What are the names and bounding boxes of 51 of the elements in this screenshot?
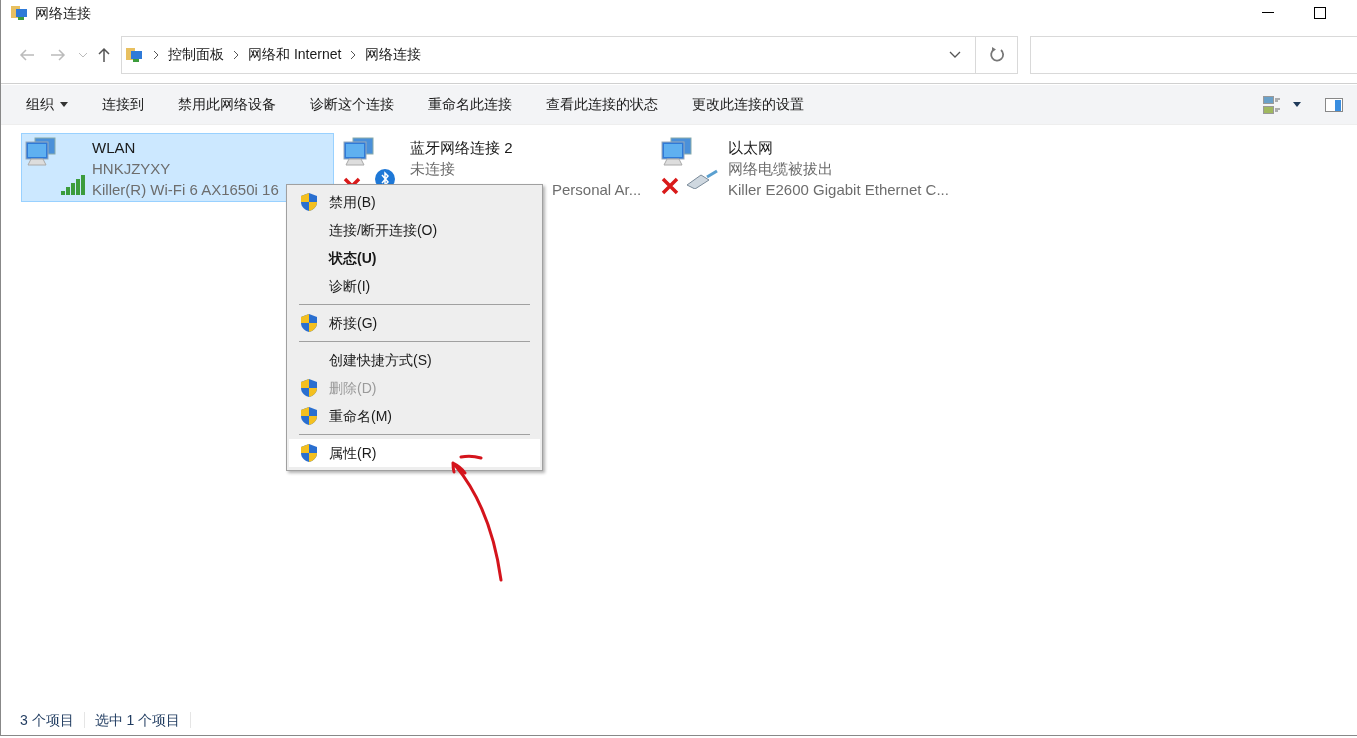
connection-status: 未连接 [410, 159, 456, 179]
preview-pane-icon [1325, 97, 1343, 112]
menu-item[interactable]: 重命名(M) [289, 402, 540, 430]
up-arrow-icon [98, 46, 110, 63]
menu-item[interactable]: 诊断(I) [289, 272, 540, 300]
minimize-icon [1262, 12, 1274, 14]
menu-item[interactable]: 属性(R) [289, 439, 540, 467]
connection-name: WLAN [92, 138, 137, 158]
connection-name: 以太网 [728, 138, 774, 158]
toolbar-button[interactable]: 组织 [16, 89, 78, 120]
toolbar-button[interactable]: 重命名此连接 [418, 89, 522, 120]
chevron-right-icon [350, 49, 357, 60]
maximize-icon [1314, 7, 1326, 19]
signal-bars-icon [61, 173, 87, 195]
forward-arrow-icon [50, 48, 66, 61]
window-title: 网络连接 [35, 3, 91, 23]
refresh-button[interactable] [976, 35, 1018, 74]
menu-item[interactable]: 创建快捷方式(S) [289, 346, 540, 374]
menu-item[interactable]: 状态(U) [289, 244, 540, 272]
toolbar-button[interactable]: 更改此连接的设置 [682, 89, 814, 120]
selection-count: 选中 1 个项目 [94, 710, 181, 730]
connection-status: HNKJZYXY [92, 159, 172, 179]
view-icon [1263, 95, 1281, 114]
search-field[interactable] [1030, 35, 1357, 74]
breadcrumb[interactable]: 网络和 Internet [248, 44, 342, 65]
breadcrumb[interactable]: 网络连接 [365, 44, 422, 65]
connection-name: 蓝牙网络连接 2 [410, 138, 514, 158]
network-cable-icon [685, 169, 719, 189]
network-folder-icon [126, 46, 144, 63]
menu-item[interactable]: 桥接(G) [289, 309, 540, 337]
item-count: 3 个项目 [20, 710, 74, 730]
back-arrow-icon [19, 48, 35, 61]
device-name: Killer E2600 Gigabit Ethernet C... [728, 180, 949, 200]
toolbar-button[interactable]: 查看此连接的状态 [536, 89, 668, 120]
device-name: Killer(R) Wi-Fi 6 AX1650i 16 [92, 180, 279, 200]
chevron-right-icon [233, 49, 239, 60]
caret-icon [1293, 102, 1301, 107]
address-bar[interactable]: 控制面板 网络和 Internet 网络连接 [121, 35, 976, 74]
toolbar-button[interactable]: 诊断这个连接 [300, 89, 404, 120]
menu-item[interactable]: 连接/断开连接(O) [289, 216, 540, 244]
chevron-down-icon[interactable] [949, 50, 961, 59]
chevron-right-icon [153, 49, 159, 60]
toolbar-button[interactable]: 禁用此网络设备 [168, 89, 286, 120]
refresh-icon [988, 46, 1005, 63]
chevron-down-icon [78, 51, 88, 58]
connection-item[interactable]: 以太网 网络电缆被拔出 Killer E2600 Gigabit Ethernet C... [657, 133, 970, 202]
network-folder-icon [11, 5, 29, 21]
connection-status: 网络电缆被拔出 [728, 159, 834, 179]
device-name: Personal Ar... [551, 180, 642, 200]
breadcrumb[interactable]: 控制面板 [168, 44, 224, 65]
toolbar-button[interactable]: 连接到 [92, 89, 154, 120]
